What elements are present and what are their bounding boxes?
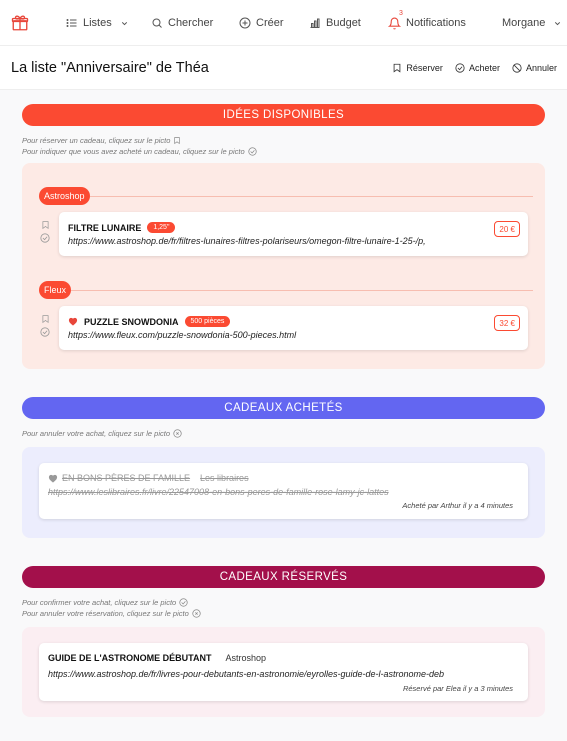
reserved-header: CADEAUX RÉSERVÉS <box>22 566 545 588</box>
gift-title: FILTRE LUNAIRE <box>68 222 142 233</box>
gift-url[interactable]: https://www.astroshop.de/fr/filtres-luna… <box>68 236 486 246</box>
gift-title: EN BONS PÈRES DE FAMILLE <box>62 473 191 483</box>
price-badge: 32 € <box>494 315 520 331</box>
nav-create[interactable]: Créer <box>239 0 284 46</box>
cancel-legend: Annuler <box>512 63 557 73</box>
shop-group-astroshop: Astroshop <box>39 186 533 206</box>
nav-search-label: Chercher <box>168 17 214 29</box>
hint-text: Pour annuler votre achat, cliquez sur le… <box>22 429 170 438</box>
gift-badge: 500 pièces <box>184 316 231 327</box>
legend-actions: Réserver Acheter Annuler <box>392 63 557 73</box>
bookmark-icon[interactable] <box>41 220 50 230</box>
gift-title-row: FILTRE LUNAIRE 1,25" <box>68 222 176 233</box>
gift-title-row: EN BONS PÈRES DE FAMILLE Les libraires <box>48 473 249 483</box>
reserve-label: Réserver <box>406 62 443 73</box>
nav-create-label: Créer <box>256 17 284 29</box>
plus-circle-icon <box>239 17 251 29</box>
gift-card[interactable]: FILTRE LUNAIRE 1,25" https://www.astrosh… <box>59 212 528 256</box>
nav-notifications-label: Notifications <box>406 17 466 29</box>
nav-search[interactable]: Chercher <box>151 0 213 46</box>
main-content: IDÉES DISPONIBLES Pour réserver un cadea… <box>0 90 567 741</box>
shop-group-fleux: Fleux <box>39 280 533 300</box>
reserve-legend: Réserver <box>392 63 443 73</box>
check-circle-icon[interactable] <box>40 327 50 337</box>
shop-tag: Astroshop <box>39 187 90 205</box>
buy-legend: Acheter <box>455 63 500 73</box>
bookmark-icon[interactable] <box>41 314 50 324</box>
item-actions <box>40 314 50 337</box>
bookmark-icon <box>394 63 401 73</box>
page-title: La liste "Anniversaire" de Théa <box>11 59 209 76</box>
reserved-hint-cancel: Pour annuler votre réservation, cliquez … <box>22 608 545 619</box>
cancel-circle-icon <box>192 609 201 618</box>
item-actions <box>40 220 50 243</box>
buy-label: Acheter <box>468 62 500 73</box>
gift-card[interactable]: PUZZLE SNOWDONIA 500 pièces https://www.… <box>59 306 528 350</box>
heart-icon <box>68 317 78 326</box>
reserved-hint-confirm: Pour confirmer votre achat, cliquez sur … <box>22 597 545 608</box>
bought-hint: Pour annuler votre achat, cliquez sur le… <box>22 428 545 439</box>
user-name: Morgane <box>502 17 546 29</box>
nav-budget-label: Budget <box>326 17 361 29</box>
nav-lists[interactable]: Listes <box>66 0 129 46</box>
bar-chart-icon <box>310 18 320 28</box>
gift-url[interactable]: https://www.astroshop.de/fr/livres-pour-… <box>48 669 466 679</box>
reserved-box: GUIDE DE L'ASTRONOME DÉBUTANT Astroshop … <box>22 627 545 717</box>
hint-text: Pour réserver un cadeau, cliquez sur le … <box>22 136 171 145</box>
available-header: IDÉES DISPONIBLES <box>22 104 545 126</box>
gift-url[interactable]: https://www.leslibraires.fr/livre/225470… <box>48 487 466 497</box>
available-hint-buy: Pour indiquer que vous avez acheté un ca… <box>22 146 545 157</box>
gift-title-row: PUZZLE SNOWDONIA 500 pièces <box>68 316 231 327</box>
user-menu[interactable]: Morgane <box>502 0 562 46</box>
search-icon <box>152 18 162 28</box>
available-hint-reserve: Pour réserver un cadeau, cliquez sur le … <box>22 135 545 146</box>
gift-card[interactable]: EN BONS PÈRES DE FAMILLE Les libraires h… <box>39 463 528 519</box>
top-navbar: Listes Chercher Créer Budget 3 Notificat… <box>0 0 567 46</box>
list-header: La liste "Anniversaire" de Théa Réserver… <box>0 46 567 90</box>
gift-title: PUZZLE SNOWDONIA <box>84 316 179 327</box>
notifications-count: 3 <box>399 10 403 17</box>
gift-shop: Les libraires <box>200 473 249 483</box>
list-icon <box>66 19 77 27</box>
bought-by: Acheté par Arthur il y a 4 minutes <box>402 501 513 510</box>
divider <box>71 289 533 291</box>
available-box: Astroshop FILTRE LUNAIRE 1,25" https://w… <box>22 163 545 369</box>
check-circle-icon <box>179 598 188 607</box>
heart-icon <box>48 474 58 483</box>
gift-card[interactable]: GUIDE DE L'ASTRONOME DÉBUTANT Astroshop … <box>39 643 528 701</box>
ban-icon <box>512 62 522 73</box>
reserved-by: Réservé par Elea il y a 3 minutes <box>402 684 513 693</box>
cancel-circle-icon <box>173 429 182 438</box>
cancel-label: Annuler <box>525 62 557 73</box>
bookmark-icon <box>174 137 181 145</box>
check-circle-icon[interactable] <box>40 233 50 243</box>
gift-url[interactable]: https://www.fleux.com/puzzle-snowdonia-5… <box>68 330 486 340</box>
chevron-down-icon <box>121 21 127 25</box>
hint-text: Pour confirmer votre achat, cliquez sur … <box>22 598 177 607</box>
check-circle-icon <box>455 62 465 73</box>
gift-title: GUIDE DE L'ASTRONOME DÉBUTANT <box>48 653 212 663</box>
bought-header: CADEAUX ACHETÉS <box>22 397 545 419</box>
nav-budget[interactable]: Budget <box>309 0 361 46</box>
gift-logo-icon[interactable] <box>11 0 29 46</box>
check-circle-icon <box>248 147 257 156</box>
hint-text: Pour annuler votre réservation, cliquez … <box>22 609 189 618</box>
gift-shop: Astroshop <box>225 653 267 663</box>
shop-tag: Fleux <box>39 281 72 299</box>
price-badge: 20 € <box>494 221 520 237</box>
gift-title-row: GUIDE DE L'ASTRONOME DÉBUTANT Astroshop <box>48 653 266 663</box>
bell-icon <box>388 17 401 29</box>
divider <box>89 195 533 197</box>
nav-notifications[interactable]: 3 Notifications <box>388 0 466 46</box>
hint-text: Pour indiquer que vous avez acheté un ca… <box>22 147 245 156</box>
chevron-down-icon <box>555 21 561 25</box>
bought-box: EN BONS PÈRES DE FAMILLE Les libraires h… <box>22 447 545 538</box>
nav-lists-label: Listes <box>83 17 112 29</box>
gift-badge: 1,25" <box>147 222 176 233</box>
